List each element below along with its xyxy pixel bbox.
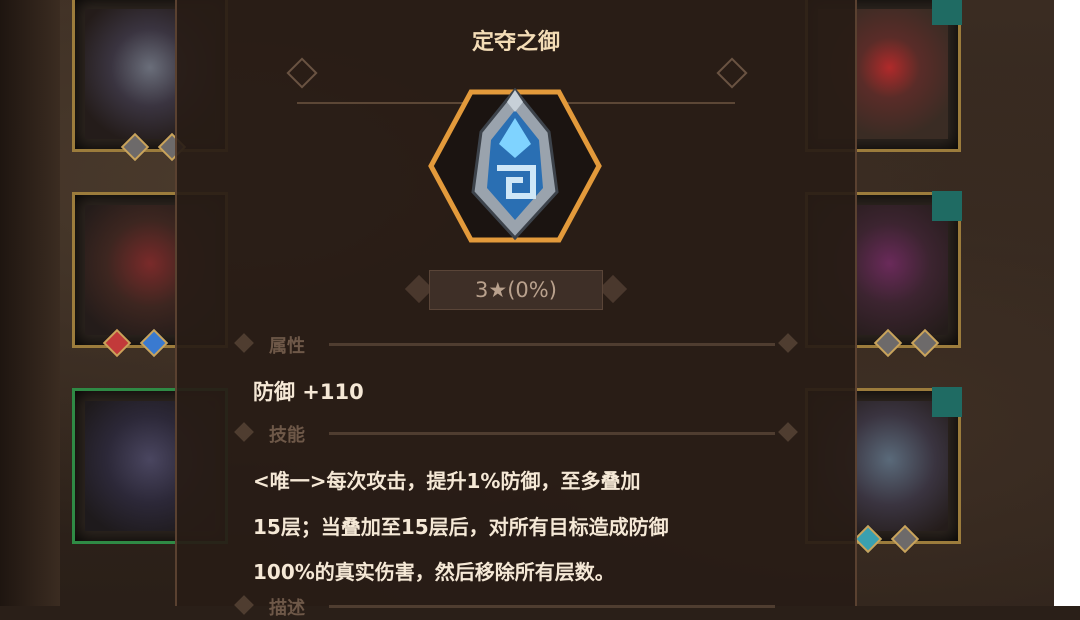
item-icon-frame <box>427 87 603 244</box>
section-divider <box>329 605 775 608</box>
section-label: 描述 <box>269 598 305 619</box>
defense-stat: 防御 +110 <box>253 380 364 404</box>
diamond-icon <box>234 595 254 615</box>
diamond-icon <box>778 422 798 442</box>
shield-gem-icon <box>428 87 602 243</box>
skill-text-line: 100%的真实伤害，然后移除所有层数。 <box>253 560 615 584</box>
gem-icon <box>102 328 132 358</box>
diamond-ornament <box>286 57 318 89</box>
section-label: 技能 <box>269 425 305 446</box>
skill-text-line: 15层；当叠加至15层后，对所有目标造成防御 <box>253 515 669 539</box>
diamond-icon <box>234 333 254 353</box>
description-section-header: 描述 <box>234 594 795 620</box>
item-title: 定夺之御 <box>471 30 560 55</box>
skill-section-header: 技能 <box>234 421 798 447</box>
slot-corner-tag <box>932 387 962 417</box>
diamond-ornament <box>716 57 748 89</box>
slot-corner-tag <box>932 0 962 25</box>
gem-sockets <box>102 328 176 358</box>
gem-icon <box>120 132 150 162</box>
gem-sockets <box>853 524 927 554</box>
slot-corner-tag <box>932 191 962 221</box>
stars-right-ornament <box>598 274 628 304</box>
gem-icon <box>890 524 920 554</box>
diamond-icon <box>234 422 254 442</box>
section-divider <box>329 343 775 346</box>
left-frame-decoration <box>0 0 60 606</box>
diamond-icon <box>778 333 798 353</box>
attributes-section-header: 属性 <box>234 332 798 358</box>
skill-text-line: <唯一>每次攻击，提升1%防御，至多叠加 <box>253 469 641 493</box>
gem-icon <box>910 328 940 358</box>
screen-edge <box>1054 0 1080 606</box>
gem-icon <box>139 328 169 358</box>
section-label: 属性 <box>269 336 305 357</box>
item-tooltip-panel: 定夺之御 3★(0%) 属性 防御 +110 技能 <唯一>每次攻击，提升1%防… <box>175 0 857 619</box>
section-divider <box>329 432 775 435</box>
gem-icon <box>873 328 903 358</box>
gem-icon <box>853 524 883 554</box>
star-level-badge: 3★(0%) <box>429 270 603 310</box>
gem-sockets <box>873 328 947 358</box>
